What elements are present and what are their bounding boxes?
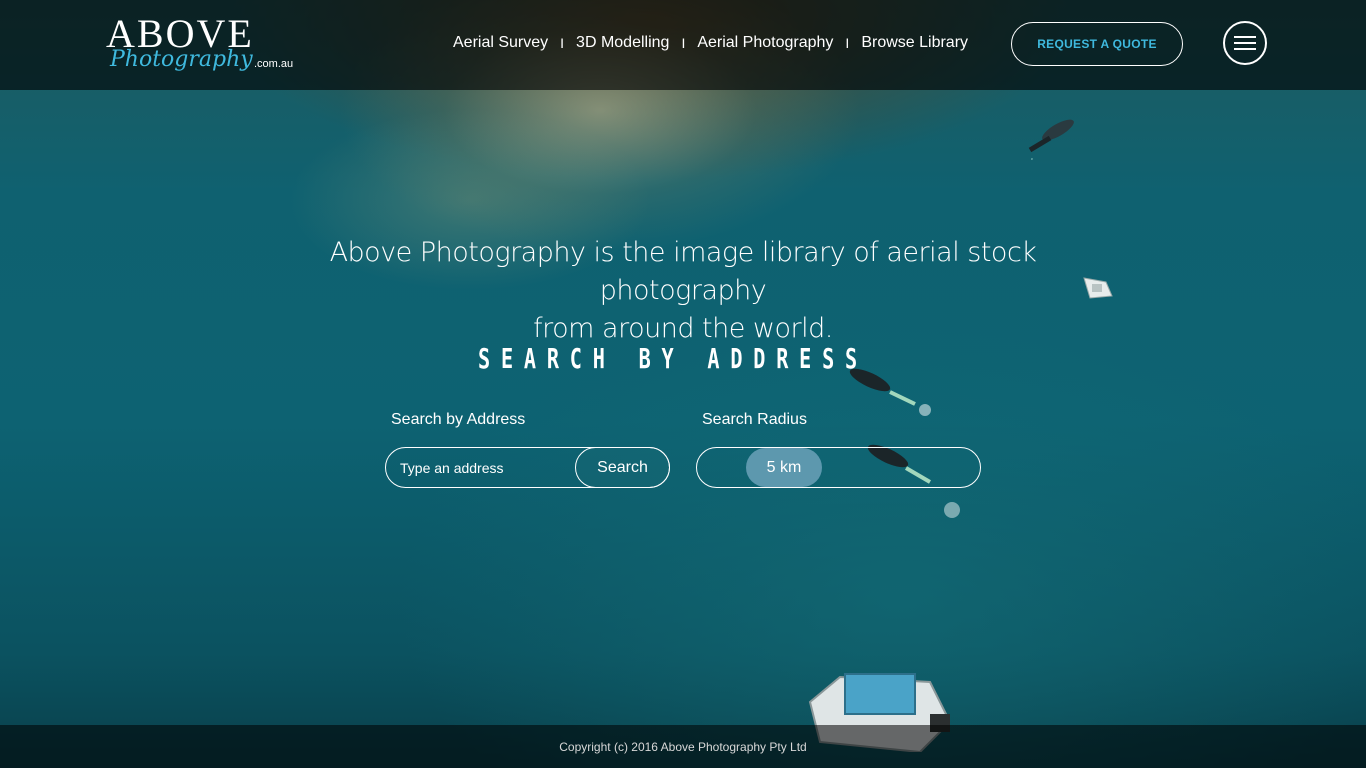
site-header: ABOVE Photography .com.au Aerial Survey … — [0, 0, 1366, 90]
site-footer: Copyright (c) 2016 Above Photography Pty… — [0, 725, 1366, 768]
address-label: Search by Address — [391, 411, 526, 428]
main-nav: Aerial Survey I 3D Modelling I Aerial Ph… — [453, 32, 968, 54]
menu-button[interactable] — [1223, 21, 1267, 65]
site-logo[interactable]: ABOVE Photography .com.au — [106, 14, 306, 78]
diver-image — [1028, 119, 1074, 160]
nav-separator: I — [845, 35, 850, 51]
hamburger-menu-icon — [1234, 36, 1256, 50]
radius-slider-handle[interactable]: 5 km — [746, 448, 822, 487]
radius-label: Search Radius — [702, 411, 807, 428]
search-section-title: SEARCH BY ADDRESS — [478, 342, 868, 375]
search-radius-slider[interactable]: 5 km — [696, 447, 981, 488]
tagline-line: Above Photography is the image library o… — [329, 237, 1037, 306]
aerial-ocean-background — [0, 0, 1366, 768]
request-quote-button[interactable]: REQUEST A QUOTE — [1011, 22, 1183, 66]
logo-script-text: Photography — [110, 47, 253, 72]
nav-browse-library[interactable]: Browse Library — [861, 34, 968, 52]
logo-domain: .com.au — [254, 58, 294, 70]
small-boat-image — [1083, 277, 1113, 299]
address-search-box: Search — [385, 447, 670, 488]
address-search-input[interactable] — [400, 458, 580, 478]
search-button[interactable]: Search — [575, 447, 670, 488]
nav-aerial-photography[interactable]: Aerial Photography — [697, 34, 833, 52]
nav-3d-modelling[interactable]: 3D Modelling — [576, 34, 669, 52]
nav-separator: I — [560, 35, 565, 51]
nav-aerial-survey[interactable]: Aerial Survey — [453, 34, 548, 52]
hero-tagline: Above Photography is the image library o… — [283, 234, 1083, 348]
copyright-text: Copyright (c) 2016 Above Photography Pty… — [559, 739, 807, 754]
nav-separator: I — [681, 35, 686, 51]
